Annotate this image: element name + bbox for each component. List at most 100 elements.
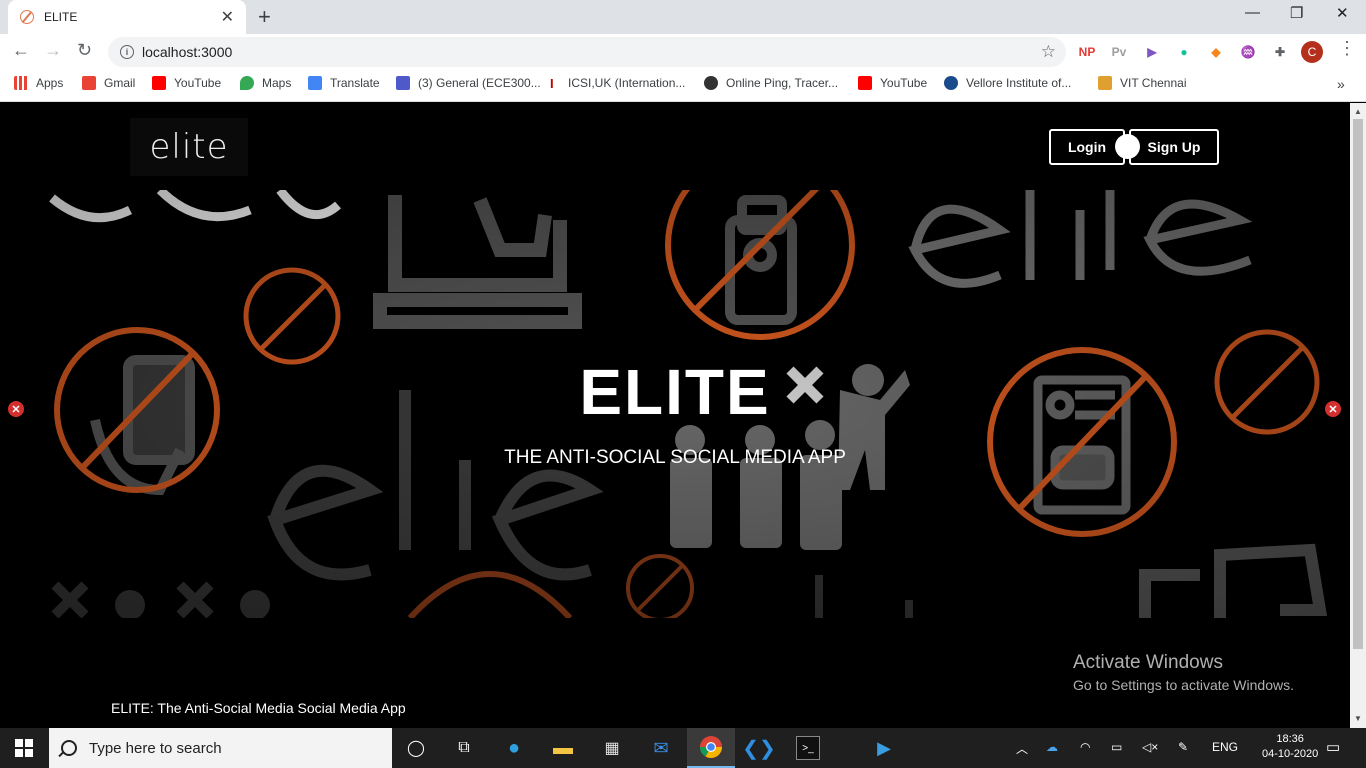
terminal-icon[interactable]: >_: [796, 736, 820, 760]
menu-dots-icon[interactable]: ⋮: [1338, 38, 1356, 59]
bookmark-gmail[interactable]: Gmail: [82, 76, 135, 90]
apps-grid-icon: [14, 76, 28, 90]
restore-icon[interactable]: ❐: [1290, 4, 1303, 22]
icsi-icon: I: [550, 76, 554, 91]
bookmark-label: VIT Chennai: [1120, 76, 1187, 90]
onedrive-icon[interactable]: ☁: [1046, 740, 1058, 754]
clock-time: 18:36: [1276, 733, 1304, 745]
taskbar-search-box[interactable]: Type here to search: [49, 728, 392, 768]
taskbar-clock[interactable]: 18:36 04-10-2020: [1262, 732, 1318, 762]
bookmark-label: Vellore Institute of...: [966, 76, 1072, 90]
bookmark-ping[interactable]: Online Ping, Tracer...: [704, 76, 838, 90]
bookmark-icsi[interactable]: I ICSI,UK (Internation...: [550, 76, 686, 91]
hero-subtitle: THE ANTI-SOCIAL SOCIAL MEDIA APP: [504, 447, 846, 468]
edge-icon[interactable]: ●: [502, 736, 526, 760]
bookmark-maps[interactable]: Maps: [240, 76, 291, 90]
bookmark-apps[interactable]: Apps: [14, 76, 63, 90]
bookmark-label: Translate: [330, 76, 380, 90]
auth-toggle-dot: [1115, 134, 1140, 159]
bookmark-teams[interactable]: (3) General (ECE300...: [396, 76, 541, 90]
battery-icon[interactable]: ▭: [1111, 740, 1122, 754]
tab-title: ELITE: [44, 10, 78, 24]
bookmark-label: (3) General (ECE300...: [418, 76, 541, 90]
bookmark-translate[interactable]: Translate: [308, 76, 380, 90]
bookmark-star-icon[interactable]: ☆: [1041, 42, 1056, 62]
mail-icon[interactable]: ✉: [649, 736, 673, 760]
youtube-icon: [152, 76, 166, 90]
tab-close-icon[interactable]: ✕: [221, 7, 234, 27]
cortana-icon[interactable]: ◯: [404, 736, 428, 760]
file-explorer-icon[interactable]: ▬: [551, 736, 575, 760]
vit-icon: [944, 76, 958, 90]
site-logo[interactable]: elite: [130, 118, 248, 176]
page-content: elite Login Sign Up ELITE THE ANTI-SOCIA…: [0, 103, 1350, 728]
teams-icon: [396, 76, 410, 90]
maps-pin-icon: [240, 76, 254, 90]
penguin-icon: [704, 76, 718, 90]
media-player-icon[interactable]: ▶: [872, 736, 896, 760]
bookmark-label: Gmail: [104, 76, 136, 90]
np-extension-icon[interactable]: NP: [1078, 43, 1096, 61]
browser-toolbar: ← → ↻ i localhost:3000 ☆ NP Pv ▶ ● ◆ ♒ ✚…: [0, 34, 1366, 70]
bookmark-label: Online Ping, Tracer...: [726, 76, 839, 90]
extensions-puzzle-icon[interactable]: ✚: [1271, 43, 1289, 61]
wifi-icon[interactable]: ◠: [1080, 740, 1090, 754]
bookmark-vit[interactable]: Vellore Institute of...: [944, 76, 1071, 90]
bookmark-vit-chennai[interactable]: VIT Chennai: [1098, 76, 1187, 90]
activate-windows-title: Activate Windows: [1073, 652, 1223, 673]
search-icon: [61, 740, 77, 756]
vit-chennai-icon: [1098, 76, 1112, 90]
translate-icon: [308, 76, 322, 90]
reload-icon[interactable]: ↻: [77, 40, 92, 61]
site-info-icon[interactable]: i: [120, 45, 134, 59]
minimize-icon[interactable]: —: [1245, 4, 1260, 21]
bookmark-youtube-2[interactable]: YouTube: [858, 76, 927, 90]
vscode-icon[interactable]: ❮❯: [742, 736, 776, 760]
back-icon[interactable]: ←: [12, 40, 30, 61]
footer-text: ELITE: The Anti-Social Media Social Medi…: [111, 700, 406, 716]
language-indicator[interactable]: ENG: [1212, 740, 1238, 754]
url-text: localhost:3000: [142, 44, 233, 60]
forward-icon[interactable]: →: [44, 40, 62, 61]
profile-avatar[interactable]: C: [1301, 41, 1323, 63]
signup-button[interactable]: Sign Up: [1129, 129, 1219, 165]
bookmark-label: Maps: [262, 76, 292, 90]
pv-extension-icon[interactable]: Pv: [1110, 43, 1128, 61]
scroll-up-icon[interactable]: ▲: [1354, 107, 1362, 116]
bookmarks-bar: Apps Gmail YouTube Maps Translate (3) Ge…: [0, 70, 1366, 102]
address-bar[interactable]: i localhost:3000 ☆: [108, 37, 1066, 67]
window-close-icon[interactable]: ✕: [1336, 4, 1349, 22]
new-tab-icon[interactable]: +: [258, 4, 271, 30]
scroll-thumb[interactable]: [1353, 119, 1363, 649]
windows-taskbar: Type here to search ◯ ⧉ ● ▬ ▦ ✉ ❮❯ >_ ▶ …: [0, 728, 1366, 768]
left-close-icon[interactable]: ✕: [8, 401, 24, 417]
login-button[interactable]: Login: [1049, 129, 1125, 165]
clock-date: 04-10-2020: [1262, 748, 1319, 760]
bookmark-youtube[interactable]: YouTube: [152, 76, 221, 90]
jellyfish-extension-icon[interactable]: ♒: [1239, 43, 1257, 61]
task-view-icon[interactable]: ⧉: [452, 736, 476, 760]
scroll-down-icon[interactable]: ▼: [1354, 714, 1362, 723]
hero-title: ELITE: [579, 356, 771, 428]
metamask-icon[interactable]: ◆: [1207, 43, 1225, 61]
windows-start-icon[interactable]: [12, 736, 36, 760]
page-scrollbar[interactable]: ▲ ▼: [1350, 103, 1366, 728]
volume-muted-icon[interactable]: ◁×: [1142, 740, 1158, 754]
elite-favicon-icon: [20, 10, 34, 24]
search-placeholder: Type here to search: [89, 739, 222, 757]
play-extension-icon[interactable]: ▶: [1143, 43, 1161, 61]
right-close-icon[interactable]: ✕: [1325, 401, 1341, 417]
chrome-taskbar-icon[interactable]: [687, 728, 735, 768]
activate-windows-subtitle: Go to Settings to activate Windows.: [1073, 677, 1294, 693]
tab-elite[interactable]: ELITE ✕: [8, 0, 246, 34]
more-bookmarks-icon[interactable]: »: [1337, 76, 1345, 92]
bookmark-label: YouTube: [880, 76, 928, 90]
pen-icon[interactable]: ✎: [1178, 740, 1188, 754]
bookmark-label: ICSI,UK (Internation...: [568, 76, 686, 90]
tab-strip: ELITE ✕ + — ❐ ✕: [0, 0, 1366, 34]
store-icon[interactable]: ▦: [600, 736, 624, 760]
grammarly-icon[interactable]: ●: [1175, 43, 1193, 61]
youtube-icon: [858, 76, 872, 90]
tray-chevron-icon[interactable]: ︿: [1016, 740, 1028, 757]
notification-icon[interactable]: ▭: [1326, 738, 1340, 756]
